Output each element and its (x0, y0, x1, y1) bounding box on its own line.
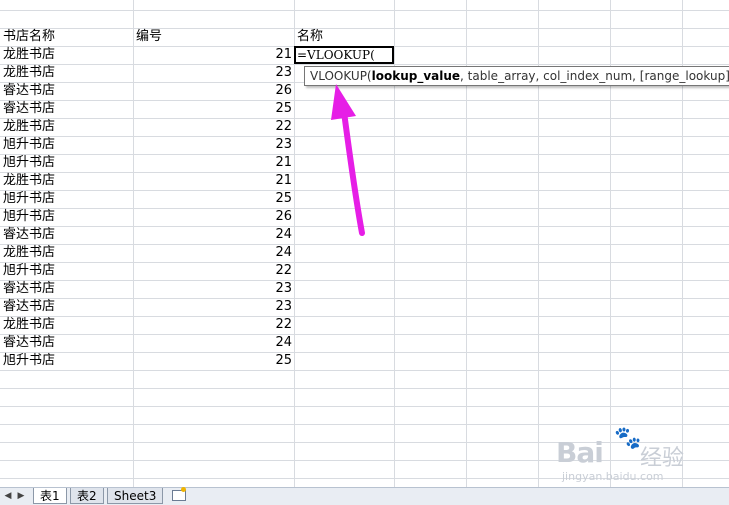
sheet-tab[interactable]: 表2 (70, 488, 104, 504)
sheet-tab-bar: ◀ ▶ 表1 表2 Sheet3 (0, 487, 729, 505)
watermark-logo-text: Bai (556, 436, 604, 469)
arrow-head (331, 84, 356, 120)
next-sheet-icon[interactable]: ▶ (15, 489, 27, 503)
watermark-url: jingyan.baidu.com (562, 470, 664, 483)
baidu-watermark: Bai 🐾 经验 jingyan.baidu.com (556, 426, 721, 487)
sheet-tab[interactable]: 表1 (33, 488, 67, 504)
sheet-tab[interactable]: Sheet3 (107, 488, 164, 504)
paw-icon: 🐾 (614, 426, 642, 451)
annotation-arrow (331, 84, 365, 236)
watermark-brand: 经验 (640, 446, 685, 471)
spreadsheet-grid[interactable]: 书店名称 编号 名称 龙胜书店 21 龙胜书店 23 睿达书店 26 睿达书店 25 龙胜书店 2… (0, 0, 729, 487)
prev-sheet-icon[interactable]: ◀ (2, 489, 14, 503)
arrow-shaft (341, 109, 365, 236)
insert-sheet-icon[interactable] (172, 487, 186, 501)
